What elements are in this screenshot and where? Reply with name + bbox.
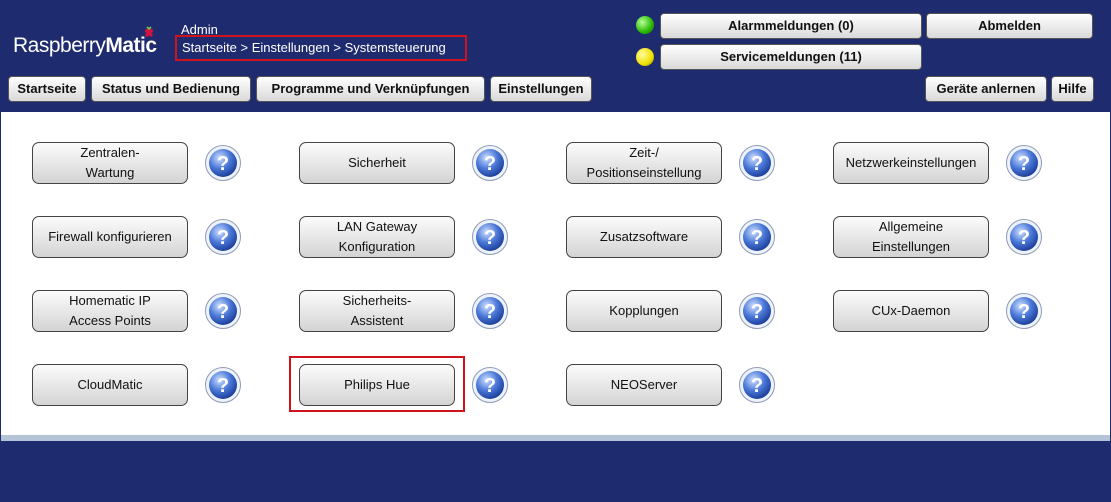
svg-text:?: ? (751, 375, 763, 397)
help-question-icon[interactable]: ? (738, 366, 776, 404)
help-question-icon[interactable]: ? (1005, 144, 1043, 182)
breadcrumb: Startseite > Einstellungen > Systemsteue… (175, 35, 467, 61)
alarm-messages-button[interactable]: Alarmmeldungen (0) (660, 13, 922, 39)
svg-text:?: ? (484, 153, 496, 175)
service-status-led (636, 48, 654, 66)
svg-text:?: ? (751, 153, 763, 175)
help-question-icon[interactable]: ? (204, 292, 242, 330)
help-question-icon[interactable]: ? (1005, 292, 1043, 330)
svg-text:?: ? (1018, 153, 1030, 175)
alarm-status-led (636, 16, 654, 34)
tile-zeit-positionseinstellung[interactable]: Zeit-/ Positionseinstellung (566, 142, 722, 184)
tile-zentralen-wartung[interactable]: Zentralen- Wartung (32, 142, 188, 184)
help-question-icon[interactable]: ? (204, 366, 242, 404)
svg-text:?: ? (217, 375, 229, 397)
logo-text-light: Raspberry (13, 34, 106, 57)
tile-sicherheit[interactable]: Sicherheit (299, 142, 455, 184)
nav-einstellungen[interactable]: Einstellungen (490, 76, 592, 102)
help-question-icon[interactable]: ? (738, 144, 776, 182)
tile-cux-daemon[interactable]: CUx-Daemon (833, 290, 989, 332)
svg-text:?: ? (751, 301, 763, 323)
raspberry-icon (145, 26, 153, 37)
svg-text:?: ? (1018, 227, 1030, 249)
help-question-icon[interactable]: ? (204, 144, 242, 182)
panel-divider (1, 435, 1110, 441)
help-question-icon[interactable]: ? (204, 218, 242, 256)
help-question-icon[interactable]: ? (738, 292, 776, 330)
help-question-icon[interactable]: ? (471, 366, 509, 404)
svg-text:?: ? (217, 301, 229, 323)
help-button[interactable]: Hilfe (1051, 76, 1094, 102)
svg-text:?: ? (217, 227, 229, 249)
teach-in-devices-button[interactable]: Geräte anlernen (925, 76, 1047, 102)
nav-status-und-bedienung[interactable]: Status und Bedienung (91, 76, 251, 102)
svg-text:?: ? (484, 301, 496, 323)
tile-neoserver[interactable]: NEOServer (566, 364, 722, 406)
header-bar: RaspberryMatic Admin Startseite > Einste… (0, 0, 1111, 110)
nav-programme-und-verknuepfungen[interactable]: Programme und Verknüpfungen (256, 76, 485, 102)
svg-text:?: ? (751, 227, 763, 249)
tile-lan-gateway-konfiguration[interactable]: LAN Gateway Konfiguration (299, 216, 455, 258)
nav-startseite[interactable]: Startseite (8, 76, 86, 102)
tile-homematic-ip-access-points[interactable]: Homematic IP Access Points (32, 290, 188, 332)
help-question-icon[interactable]: ? (471, 292, 509, 330)
tile-netzwerkeinstellungen[interactable]: Netzwerkeinstellungen (833, 142, 989, 184)
help-question-icon[interactable]: ? (1005, 218, 1043, 256)
tile-firewall-konfigurieren[interactable]: Firewall konfigurieren (32, 216, 188, 258)
app-logo: RaspberryMatic (13, 34, 157, 58)
help-question-icon[interactable]: ? (471, 218, 509, 256)
tile-cloudmatic[interactable]: CloudMatic (32, 364, 188, 406)
tile-zusatzsoftware[interactable]: Zusatzsoftware (566, 216, 722, 258)
svg-text:?: ? (484, 375, 496, 397)
svg-text:?: ? (1018, 301, 1030, 323)
service-messages-button[interactable]: Servicemeldungen (11) (660, 44, 922, 70)
help-question-icon[interactable]: ? (738, 218, 776, 256)
tile-kopplungen[interactable]: Kopplungen (566, 290, 722, 332)
svg-text:?: ? (217, 153, 229, 175)
help-question-icon[interactable]: ? (471, 144, 509, 182)
tile-sicherheits-assistent[interactable]: Sicherheits- Assistent (299, 290, 455, 332)
philips-hue-highlight (289, 356, 465, 412)
logout-button[interactable]: Abmelden (926, 13, 1093, 39)
tile-allgemeine-einstellungen[interactable]: Allgemeine Einstellungen (833, 216, 989, 258)
svg-text:?: ? (484, 227, 496, 249)
